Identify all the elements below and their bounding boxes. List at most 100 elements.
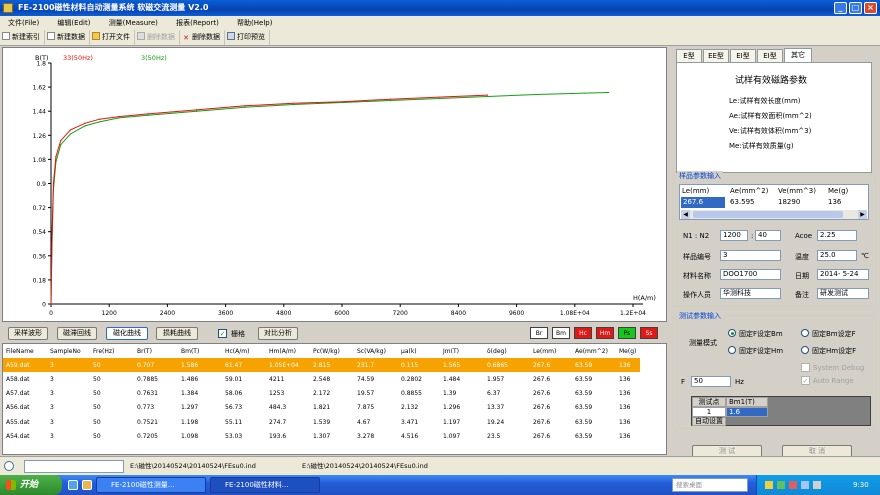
maximize-button[interactable]: □ xyxy=(849,2,862,14)
bh-chart: 00.180.360.540.720.91.081.261.441.621.80… xyxy=(33,54,656,317)
swatch-hm[interactable]: Hm xyxy=(596,327,614,339)
open-file-button[interactable]: 打开文件 xyxy=(90,30,135,45)
sample-no-field[interactable]: 3 xyxy=(720,250,781,261)
swatch-ss[interactable]: Ss xyxy=(640,327,658,339)
col-header[interactable]: Me(g) xyxy=(616,344,640,359)
col-header[interactable]: SampleNo xyxy=(47,344,90,359)
system-debug-checkbox[interactable] xyxy=(801,363,810,372)
test-params-group: 测试参数输入 测量模式 固定F设定Bm 固定Bm设定F 固定F设定Hm 固定Hm… xyxy=(672,311,876,429)
table-row[interactable]: A54.dat 3 50 0.7205 1.098 53.03 193.6 1.307 3.27… xyxy=(3,429,640,443)
hysteresis-loop-button[interactable]: 磁滞回线 xyxy=(57,327,97,340)
sample-val-ve[interactable]: 18290 xyxy=(778,198,800,206)
y-tick-label: 0.18 xyxy=(33,277,47,284)
sample-val-me[interactable]: 136 xyxy=(828,198,841,206)
col-header[interactable]: Sc(VA/kg) xyxy=(354,344,398,359)
date-picker[interactable]: 2014- 5-24 xyxy=(817,269,869,280)
loss-curve-button[interactable]: 损耗曲线 xyxy=(156,327,198,340)
swatch-br[interactable]: Br xyxy=(530,327,548,339)
col-header[interactable]: FileName xyxy=(3,344,47,359)
sample-waveform-button[interactable]: 采样波形 xyxy=(8,327,48,340)
status-path-1: E:\磁性\20140524\20140524\FEsu0.ind xyxy=(130,462,256,470)
quicklaunch-folder-icon[interactable] xyxy=(82,480,92,490)
scroll-left-icon[interactable]: ◀ xyxy=(681,210,690,219)
menu-edit[interactable]: 编辑(Edit) xyxy=(49,16,98,30)
col-header[interactable]: Jm(T) xyxy=(440,344,484,359)
swatch-hc[interactable]: Hc xyxy=(574,327,592,339)
clock: 9:30 xyxy=(853,481,869,489)
new-index-icon xyxy=(2,32,10,40)
menu-measure[interactable]: 测量(Measure) xyxy=(101,16,166,30)
col-header[interactable]: Le(mm) xyxy=(530,344,572,359)
swatch-bm[interactable]: Bm xyxy=(552,327,570,339)
desktop-search-input[interactable]: 搜索桌面 xyxy=(672,478,748,492)
delete-data-button[interactable]: ✕ 删除数据 xyxy=(180,30,225,45)
remark-field[interactable]: 研发测试 xyxy=(817,288,869,299)
new-data-button[interactable]: 新建数据 xyxy=(45,30,90,45)
grid-row-bm[interactable]: 1.6 xyxy=(726,407,768,417)
col-header[interactable]: μa(k) xyxy=(398,344,440,359)
tray-icon-3[interactable] xyxy=(789,481,797,489)
table-row[interactable]: A59.dat 3 50 0.707 1.586 61.47 1.05E+04 2.815 23… xyxy=(3,358,640,373)
taskbar-item-2[interactable]: FE-2100磁性材料... xyxy=(210,477,320,493)
print-preview-button[interactable]: 打印预览 xyxy=(225,30,270,45)
tray-icon-2[interactable] xyxy=(777,481,785,489)
table-row[interactable]: A58.dat 3 50 0.7885 1.486 59.01 4211 2.548 74.59… xyxy=(3,372,640,386)
temp-field[interactable]: 25.0 xyxy=(817,250,857,261)
tab-ei-2[interactable]: EI型 xyxy=(757,49,783,62)
table-row[interactable]: A55.dat 3 50 0.7521 1.198 55.11 274.7 1.539 4.67… xyxy=(3,415,640,429)
acoe-field[interactable]: 2.25 xyxy=(817,230,857,241)
table-row[interactable]: A57.dat 3 50 0.7631 1.384 58.06 1253 2.172 19.57… xyxy=(3,387,640,401)
menu-help[interactable]: 帮助(Help) xyxy=(229,16,280,30)
tab-ei[interactable]: EI型 xyxy=(730,49,756,62)
sample-val-le[interactable]: 267.6 xyxy=(683,198,703,206)
start-button[interactable]: 开始 xyxy=(0,475,62,495)
close-button[interactable]: × xyxy=(864,2,877,14)
auto-set-button[interactable]: 自动设置 xyxy=(692,417,726,426)
col-header[interactable]: Br(T) xyxy=(134,344,178,359)
magnetization-curve-button[interactable]: 磁化曲线 xyxy=(106,327,148,340)
col-header[interactable]: Fre(Hz) xyxy=(90,344,134,359)
tab-other[interactable]: 其它 xyxy=(784,48,812,62)
mode-radio-hm-f[interactable] xyxy=(801,346,809,354)
scrollbar-thumb[interactable] xyxy=(693,211,843,218)
tray-icon-1[interactable] xyxy=(765,481,773,489)
compare-analysis-button[interactable]: 对比分析 xyxy=(258,327,298,340)
n2-field[interactable]: 40 xyxy=(755,230,781,241)
swatch-ps[interactable]: Ps xyxy=(618,327,636,339)
col-header[interactable]: δ(deg) xyxy=(484,344,530,359)
col-header[interactable]: Bm(T) xyxy=(178,344,222,359)
frequency-field[interactable]: 50 xyxy=(691,376,731,387)
table-cell: 2.815 xyxy=(310,358,354,373)
mode-radio-bm-f[interactable] xyxy=(801,329,809,337)
col-header[interactable]: Hm(A/m) xyxy=(266,344,310,359)
n1-field[interactable]: 1200 xyxy=(720,230,748,241)
table-row[interactable]: A56.dat 3 50 0.773 1.297 56.73 484.3 1.821 7.875… xyxy=(3,401,640,415)
table-cell: 136 xyxy=(616,358,640,373)
tray-icon-5[interactable] xyxy=(813,481,821,489)
table-cell: 1.097 xyxy=(443,432,461,440)
new-index-button[interactable]: 新建索引 xyxy=(0,30,45,45)
taskbar-item-1[interactable]: FE-2100磁性测量... xyxy=(96,477,206,493)
menu-report[interactable]: 报表(Report) xyxy=(168,16,227,30)
quicklaunch-ie-icon[interactable] xyxy=(68,480,78,490)
col-header[interactable]: Ae(mm^2) xyxy=(572,344,616,359)
mode-radio-f-bm[interactable] xyxy=(728,329,736,337)
minimize-button[interactable]: _ xyxy=(834,2,847,14)
operator-field[interactable]: 华测科技 xyxy=(720,288,781,299)
grid-checkbox[interactable]: ✓ xyxy=(218,329,227,338)
material-field[interactable]: DOO1700 xyxy=(720,269,781,280)
mode-radio-f-hm[interactable] xyxy=(728,346,736,354)
sample-grid-scrollbar[interactable]: ◀ ▶ xyxy=(681,210,867,219)
delete-cross-icon: ✕ xyxy=(183,34,189,42)
grid-row-point[interactable]: 1 xyxy=(692,407,726,417)
col-header[interactable]: Pc(W/kg) xyxy=(310,344,354,359)
table-cell: 4211 xyxy=(269,375,285,383)
scroll-right-icon[interactable]: ▶ xyxy=(858,210,867,219)
tray-icon-4[interactable] xyxy=(801,481,809,489)
col-header[interactable]: Hc(A/m) xyxy=(222,344,266,359)
auto-range-checkbox[interactable]: ✓ xyxy=(801,376,810,385)
menu-file[interactable]: 文件(File) xyxy=(0,16,47,30)
tab-e[interactable]: E型 xyxy=(676,49,702,62)
tab-ee[interactable]: EE型 xyxy=(703,49,729,62)
sample-val-ae[interactable]: 63.595 xyxy=(730,198,755,206)
